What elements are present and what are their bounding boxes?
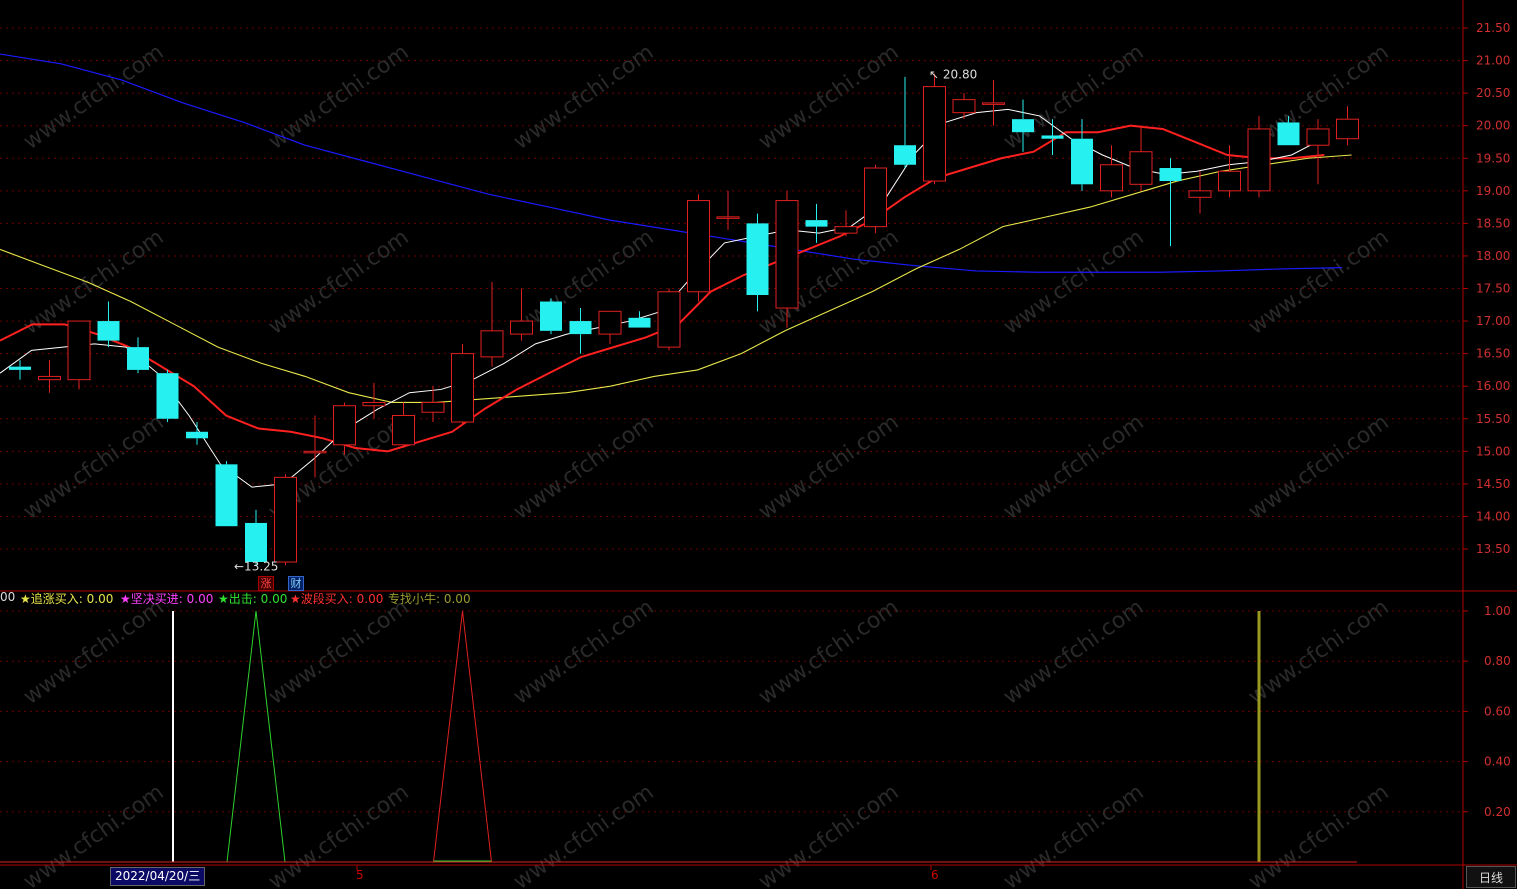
candle-body-up (1129, 151, 1153, 185)
price-tick-label: 20.00 (1476, 119, 1510, 133)
candle[interactable] (274, 474, 297, 566)
price-tick-label: 21.50 (1476, 21, 1510, 35)
candle-body-up (333, 405, 356, 446)
candle-body-down (746, 223, 769, 296)
candle-body-up (392, 414, 415, 446)
candle[interactable] (67, 320, 91, 390)
candle-body-down (186, 431, 208, 439)
indicator-tick-label: 0.20 (1484, 805, 1511, 819)
candle-body-up (274, 476, 297, 563)
indicator-tick-label: 0.80 (1484, 654, 1511, 668)
price-tick-label: 18.00 (1476, 249, 1510, 263)
candle-body-up (657, 291, 681, 348)
price-tick-label: 16.00 (1476, 379, 1510, 393)
candle-body-down (9, 366, 31, 370)
high-price-label: ↖ 20.80 (929, 68, 977, 82)
indicator-label: 00 (0, 590, 16, 604)
candle-body-up (834, 226, 858, 234)
candle-body-up (451, 353, 474, 423)
candle-body-down (1277, 122, 1300, 146)
candle-body-down (628, 317, 651, 328)
candle-body-down (156, 373, 179, 419)
candle-body-up (923, 86, 946, 182)
price-tick-label: 16.50 (1476, 347, 1510, 361)
candle-body-up (716, 216, 740, 219)
indicator-label: ★出击: 0.00 (218, 592, 288, 606)
candle-body-up (510, 320, 533, 335)
month-label-5: 5 (356, 868, 364, 882)
candle-body-down (569, 321, 592, 335)
candle-body-up (1247, 128, 1271, 192)
candle-body-up (1218, 170, 1241, 192)
indicator-label: 专找小牛: 0.00 (388, 592, 471, 606)
candle-body-down (1012, 119, 1034, 133)
candle-body-up (421, 401, 445, 413)
price-tick-label: 15.50 (1476, 412, 1510, 426)
candle-body-up (598, 310, 622, 335)
zhang-badge[interactable]: 涨 (258, 576, 274, 591)
candle-body-up (982, 102, 1005, 105)
indicator-label: ★坚决买进: 0.00 (120, 592, 214, 606)
candle-body-down (215, 464, 238, 527)
candle-body-down (127, 347, 149, 370)
candle-body-up (38, 375, 61, 381)
candle-body-up (687, 200, 710, 293)
candle-body-down (540, 301, 562, 331)
price-tick-label: 15.00 (1476, 444, 1510, 458)
candle[interactable] (215, 461, 238, 527)
candle-body-down (805, 220, 828, 227)
candle[interactable] (156, 369, 179, 423)
cursor-date: 2022/04/20/三 (110, 867, 206, 886)
candle-body-up (952, 99, 976, 114)
price-tick-label: 20.50 (1476, 86, 1510, 100)
price-tick-label: 21.00 (1476, 54, 1510, 68)
indicator-tick-label: 1.00 (1484, 604, 1511, 618)
low-price-label: ←13.25 (234, 559, 278, 573)
candle-body-up (1336, 118, 1359, 140)
price-tick-label: 13.50 (1476, 542, 1510, 556)
candle[interactable] (657, 288, 681, 351)
candle[interactable] (923, 73, 946, 185)
indicator-label: ★追涨买入: 0.00 (20, 592, 114, 606)
candle[interactable] (687, 194, 710, 302)
candle-body-up (864, 167, 887, 228)
price-tick-label: 19.50 (1476, 151, 1510, 165)
stock-chart[interactable]: www.cfchi.com www.cfchi.com www.cfchi.com w… (0, 0, 1517, 889)
period-daily-button[interactable]: 日线 (1466, 866, 1516, 888)
candle-body-up (775, 200, 799, 309)
candle-body-down (1041, 135, 1064, 139)
candle-body-down (1071, 138, 1093, 185)
indicator-tick-label: 0.60 (1484, 704, 1511, 718)
candle-body-down (894, 145, 916, 165)
indicator-tick-label: 0.40 (1484, 755, 1511, 769)
cai-badge[interactable]: 财 (288, 576, 304, 591)
candle-body-down (97, 321, 120, 341)
candle-body-down (1159, 168, 1182, 182)
price-tick-label: 18.50 (1476, 216, 1510, 230)
candle[interactable] (775, 190, 799, 328)
price-tick-label: 17.50 (1476, 282, 1510, 296)
candle-body-up (1306, 128, 1330, 146)
price-tick-label: 14.50 (1476, 477, 1510, 491)
candle[interactable] (864, 164, 887, 234)
candle-body-up (1188, 190, 1212, 198)
candle[interactable] (540, 298, 562, 335)
candle-body-down (245, 522, 267, 563)
month-label-6: 6 (931, 868, 939, 882)
price-tick-label: 17.00 (1476, 314, 1510, 328)
candle-body-up (303, 450, 327, 454)
candle-body-up (362, 401, 386, 407)
candle[interactable] (451, 343, 474, 426)
candle-body-up (480, 330, 504, 358)
price-tick-label: 14.00 (1476, 509, 1510, 523)
candle-body-up (1100, 164, 1123, 192)
candle-body-up (67, 320, 91, 381)
price-tick-label: 19.00 (1476, 184, 1510, 198)
indicator-label: ★波段买入: 0.00 (290, 592, 384, 606)
